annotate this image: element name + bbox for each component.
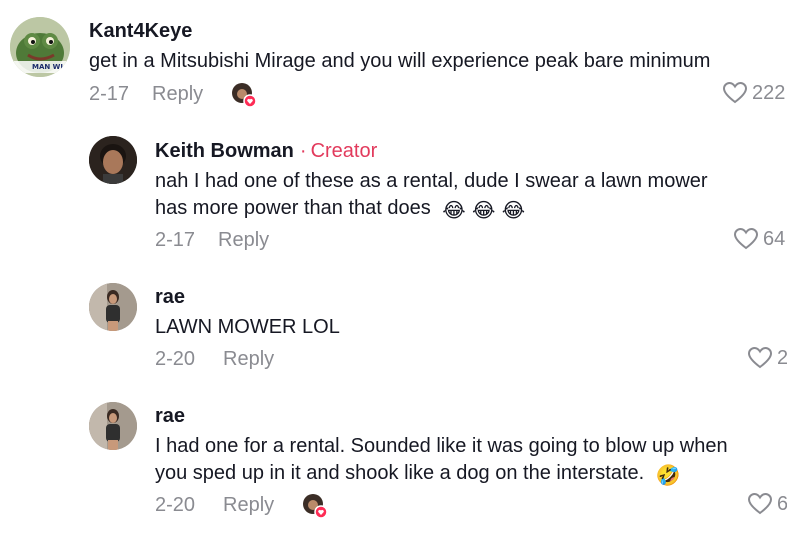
comment-username[interactable]: Kant4Keye [89,20,192,43]
reply-button[interactable]: Reply [152,83,203,106]
reply-button[interactable]: Reply [218,229,269,252]
comment-text: LAWN MOWER LOL [155,316,340,338]
heart-icon [747,346,773,369]
username-text: Keith Bowman [155,140,294,162]
creator-badge: Creator [310,140,378,162]
comment-username[interactable]: rae [155,405,185,428]
like-button[interactable]: 222 [722,81,785,105]
comment-username[interactable]: Keith Bowman · Creator [155,140,377,163]
comment-text: get in a Mitsubishi Mirage and you will … [89,50,711,72]
creator-avatar-icon [232,83,257,108]
avatar-caption: MAN WI [32,63,64,71]
liked-by-creator-badge [302,493,328,519]
liked-by-creator-badge [231,82,257,108]
person-avatar-icon [89,402,137,450]
comment-text: you sped up in it and shook like a dog o… [155,462,645,484]
heart-icon [722,81,748,104]
heart-icon [747,492,773,515]
like-button[interactable]: 64 [733,227,785,251]
comment-text-line: nah I had one of these as a rental, dude… [155,170,708,192]
like-count: 2 [777,346,787,369]
comment-text: has more power than that does [155,197,431,219]
person-avatar-icon [89,136,137,184]
like-count: 64 [763,227,786,250]
comment-date: 2-17 [155,229,196,251]
comment-text-line: I had one for a rental. Sounded like it … [155,435,728,457]
reply-button[interactable]: Reply [223,348,274,371]
avatar[interactable]: MAN WI [10,17,70,77]
like-button[interactable]: 6 [747,492,787,516]
creator-avatar-icon [303,494,328,519]
avatar[interactable] [89,136,137,184]
reply-button[interactable]: Reply [223,494,274,517]
comment-date: 2-20 [155,348,196,370]
avatar[interactable] [89,402,137,450]
like-button[interactable]: 2 [747,346,787,370]
comment-date: 2-17 [89,83,130,105]
separator-dot: · [299,140,307,162]
like-count: 6 [777,492,787,515]
avatar[interactable] [89,283,137,331]
comment-text-line-2: has more power than that does 😂 😂 😂 [155,194,525,224]
comment-username[interactable]: rae [155,286,185,309]
comment-text-line-2: you sped up in it and shook like a dog o… [155,459,681,489]
comment-date: 2-20 [155,494,196,516]
laughing-emoji-icon: 😂 😂 😂 [442,198,526,222]
like-count: 222 [752,81,786,104]
rofl-emoji-icon: 🤣 [655,463,681,487]
person-avatar-icon [89,283,137,331]
heart-icon [733,227,759,250]
